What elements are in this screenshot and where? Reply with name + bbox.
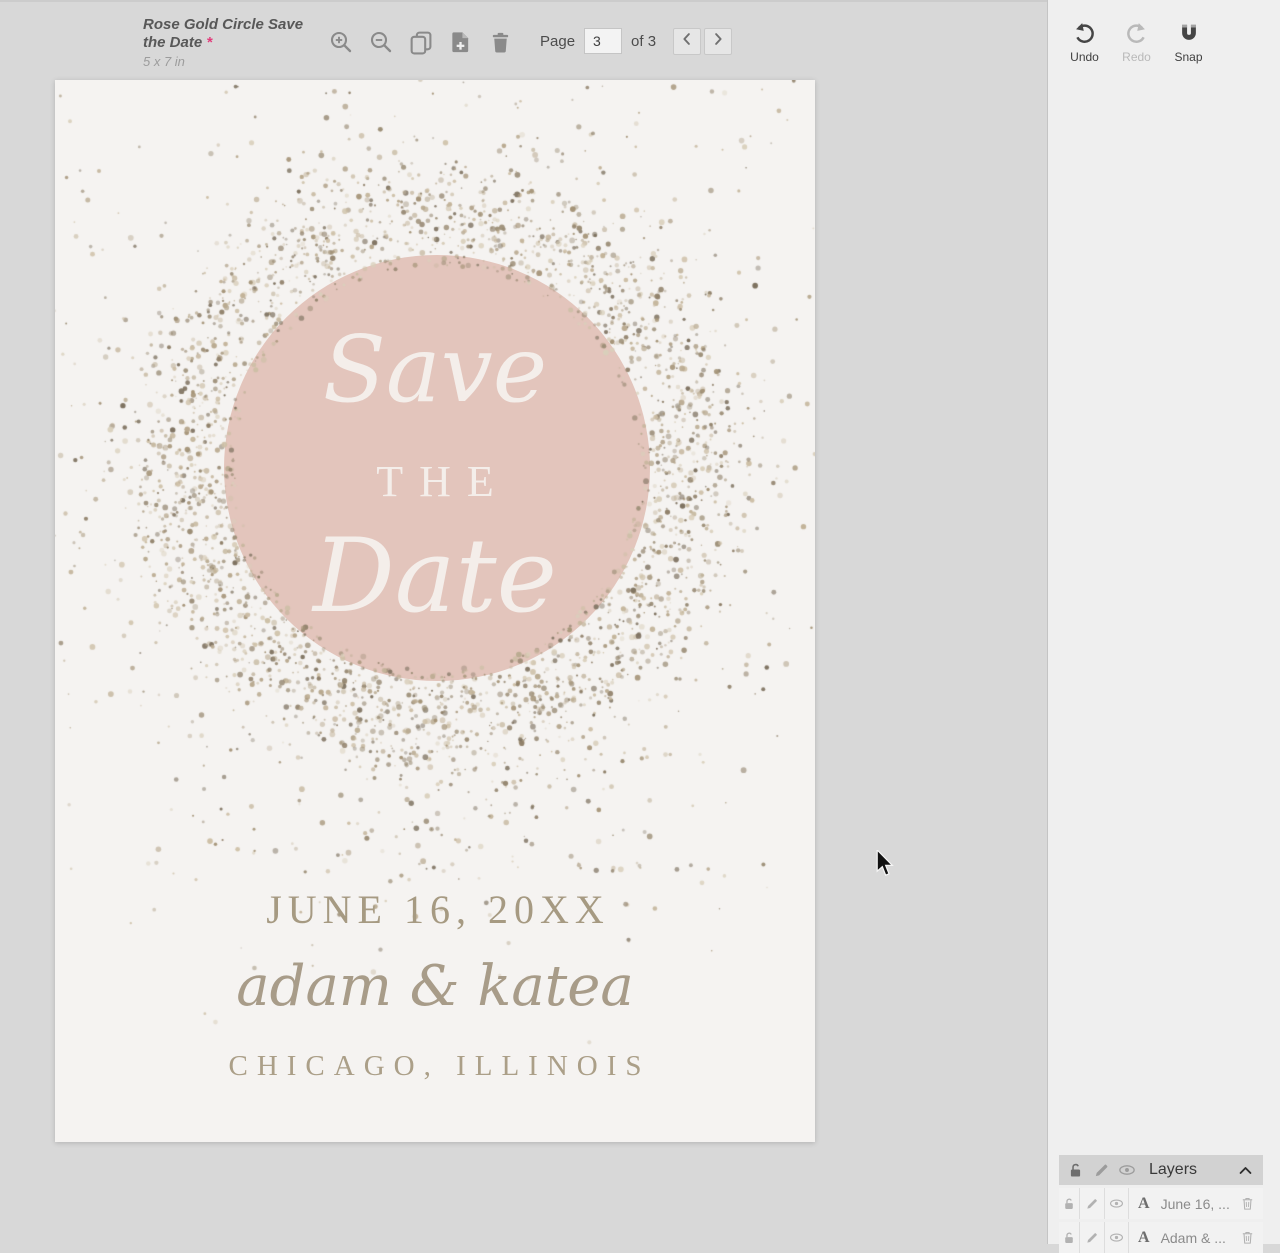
undo-label: Undo xyxy=(1070,50,1099,64)
snap-label: Snap xyxy=(1174,50,1202,64)
copy-icon xyxy=(408,30,433,55)
add-page-icon xyxy=(449,30,472,54)
edit-all-icon[interactable] xyxy=(1093,1162,1110,1179)
add-page-button[interactable] xyxy=(448,28,473,56)
undo-icon xyxy=(1073,20,1096,46)
layer-visibility-icon[interactable] xyxy=(1105,1222,1129,1253)
layer-row-june16[interactable]: A June 16, ... xyxy=(1059,1188,1263,1219)
layer-delete-icon[interactable] xyxy=(1231,1188,1263,1219)
page-navigation: Page of 3 xyxy=(540,27,732,55)
text-layer-icon: A xyxy=(1138,1195,1150,1213)
layers-panel-title: Layers xyxy=(1149,1161,1237,1179)
layer-label: Adam & ... xyxy=(1161,1230,1226,1246)
zoom-out-button[interactable] xyxy=(368,28,393,56)
card-text-date[interactable]: Date xyxy=(55,526,815,628)
document-title-line2: the Date * xyxy=(143,34,318,52)
trash-icon xyxy=(489,30,512,54)
card-text-save[interactable]: Save xyxy=(55,324,815,416)
layer-lock-icon[interactable] xyxy=(1059,1188,1080,1219)
layer-edit-icon[interactable] xyxy=(1080,1188,1105,1219)
zoom-in-button[interactable] xyxy=(328,28,353,56)
document-title-line1: Rose Gold Circle Save xyxy=(143,16,318,34)
layer-row-main[interactable]: A June 16, ... xyxy=(1129,1188,1231,1219)
mouse-cursor xyxy=(876,850,894,884)
card-text-location[interactable]: CHICAGO, ILLINOIS xyxy=(55,1050,815,1083)
redo-label: Redo xyxy=(1122,50,1151,64)
document-dimensions: 5 x 7 in xyxy=(143,54,318,69)
layer-edit-icon[interactable] xyxy=(1080,1222,1105,1253)
chevron-left-icon xyxy=(678,30,696,52)
required-asterisk: * xyxy=(206,34,212,51)
redo-icon xyxy=(1125,20,1148,46)
right-sidebar: Undo Redo Snap Layers A June 16, ... xyxy=(1047,0,1280,1244)
layers-panel-header: Layers xyxy=(1059,1155,1263,1185)
card-text-event-date[interactable]: JUNE 16, 20XX xyxy=(55,886,815,933)
layer-lock-icon[interactable] xyxy=(1059,1222,1080,1253)
duplicate-page-button[interactable] xyxy=(408,28,433,56)
layer-row-adam[interactable]: A Adam & ... xyxy=(1059,1222,1263,1253)
layer-label: June 16, ... xyxy=(1161,1196,1230,1212)
collapse-panel-chevron-up-icon[interactable] xyxy=(1237,1162,1254,1179)
undo-button[interactable]: Undo xyxy=(1064,20,1105,64)
delete-page-button[interactable] xyxy=(488,28,513,56)
layer-delete-icon[interactable] xyxy=(1231,1222,1263,1253)
page-toolbar xyxy=(328,28,513,56)
redo-button[interactable]: Redo xyxy=(1116,20,1157,64)
history-toolbar: Undo Redo Snap xyxy=(1064,20,1209,64)
snap-button[interactable]: Snap xyxy=(1168,20,1209,64)
zoom-in-icon xyxy=(329,30,353,54)
layer-visibility-icon[interactable] xyxy=(1105,1188,1129,1219)
previous-page-button[interactable] xyxy=(673,28,701,55)
layer-row-main[interactable]: A Adam & ... xyxy=(1129,1222,1231,1253)
page-number-input[interactable] xyxy=(584,28,622,54)
layers-panel: Layers A June 16, ... A Adam & ... xyxy=(1059,1155,1263,1253)
chevron-right-icon xyxy=(709,30,727,52)
lock-all-icon[interactable] xyxy=(1067,1162,1084,1179)
page-label: Page xyxy=(540,33,575,50)
visibility-all-icon[interactable] xyxy=(1118,1161,1136,1179)
page-total-label: of 3 xyxy=(631,33,656,50)
card-text-the[interactable]: THE xyxy=(55,456,815,507)
editor-canvas-area: Rose Gold Circle Save the Date * 5 x 7 i… xyxy=(0,0,1047,1244)
card-text-couple-names[interactable]: adam & katea xyxy=(55,954,815,1019)
document-title: Rose Gold Circle Save the Date * 5 x 7 i… xyxy=(143,16,318,69)
next-page-button[interactable] xyxy=(704,28,732,55)
zoom-out-icon xyxy=(369,30,393,54)
design-card[interactable]: Save THE Date JUNE 16, 20XX adam & katea… xyxy=(55,80,815,1142)
magnet-icon xyxy=(1178,20,1200,46)
